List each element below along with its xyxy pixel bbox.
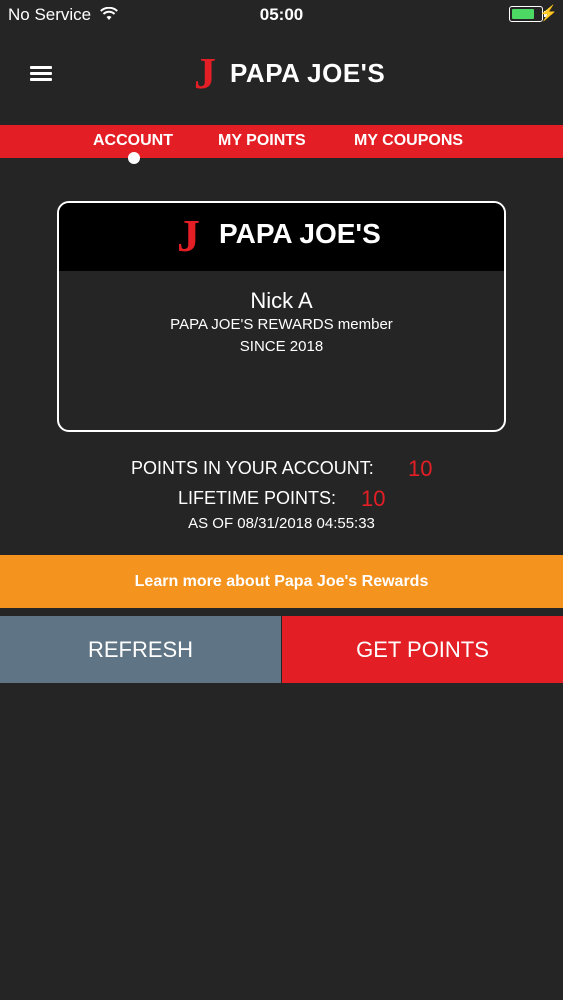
member-name: Nick A xyxy=(250,288,313,313)
card-logo-icon: J xyxy=(177,210,200,261)
as-of-timestamp: AS OF 08/31/2018 04:55:33 xyxy=(188,515,375,532)
tab-account[interactable]: ACCOUNT xyxy=(93,132,173,150)
brand-name: PAPA JOE'S xyxy=(230,58,386,88)
membership-card: J PAPA JOE'S Nick A PAPA JOE'S REWARDS m… xyxy=(57,201,506,432)
app-header: J PAPA JOE'S xyxy=(0,40,563,115)
tab-bar: ACCOUNT MY POINTS MY COUPONS xyxy=(0,125,563,158)
status-bar: No Service 05:00 ⚡ xyxy=(0,0,563,30)
lifetime-points-value: 10 xyxy=(361,486,386,511)
points-account-label: POINTS IN YOUR ACCOUNT: xyxy=(131,458,374,478)
learn-more-rewards-button[interactable]: Learn more about Papa Joe's Rewards xyxy=(0,555,563,608)
get-points-button[interactable]: GET POINTS xyxy=(282,616,563,683)
refresh-button[interactable]: REFRESH xyxy=(0,616,281,683)
card-header: J PAPA JOE'S xyxy=(59,203,504,271)
brand-logo-icon: J xyxy=(194,49,216,98)
clock: 05:00 xyxy=(259,5,304,24)
hamburger-menu-icon[interactable] xyxy=(30,66,52,84)
card-brand-name: PAPA JOE'S xyxy=(219,218,381,249)
tab-my-points[interactable]: MY POINTS xyxy=(218,132,306,150)
battery-icon xyxy=(509,6,547,22)
points-account-value: 10 xyxy=(408,456,433,481)
tab-my-coupons[interactable]: MY COUPONS xyxy=(354,132,463,150)
member-type: PAPA JOE'S REWARDS member xyxy=(170,316,393,333)
lifetime-points-label: LIFETIME POINTS: xyxy=(178,488,337,508)
active-tab-indicator xyxy=(128,152,140,164)
charging-bolt-icon: ⚡ xyxy=(539,5,558,22)
member-since: SINCE 2018 xyxy=(239,338,324,355)
